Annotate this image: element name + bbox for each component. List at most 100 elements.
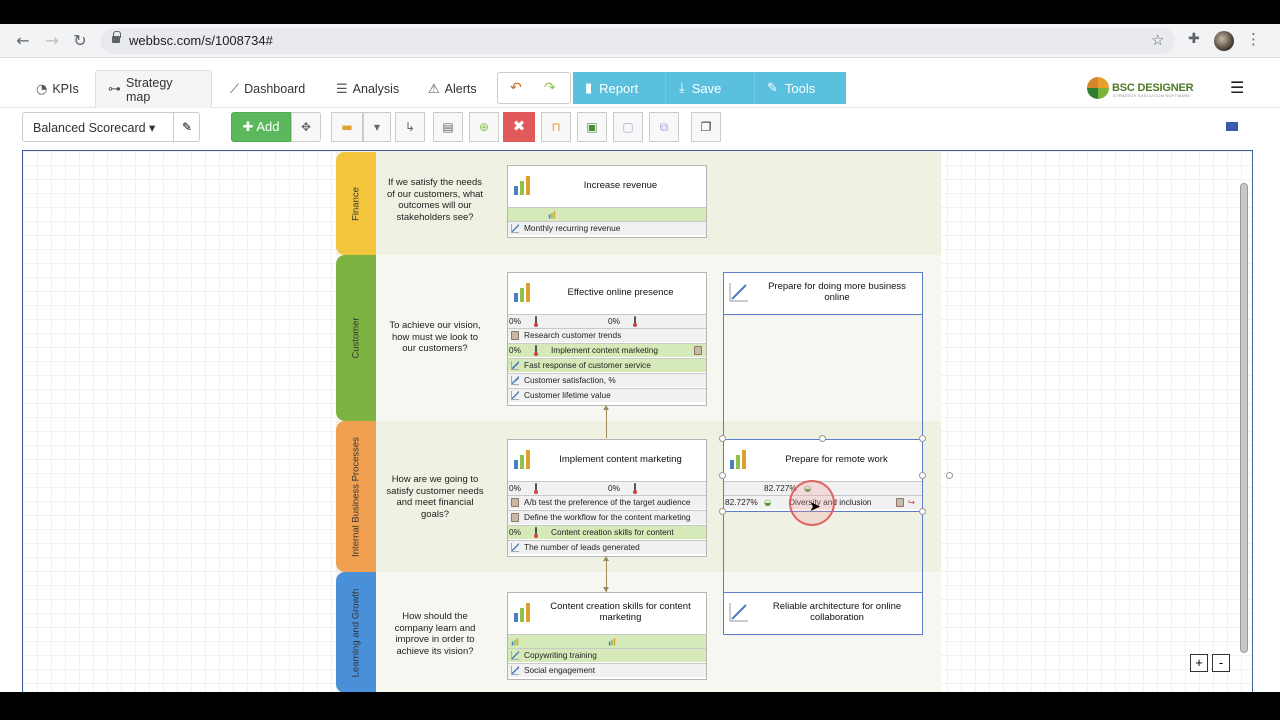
vertical-scrollbar[interactable]	[1240, 183, 1248, 653]
tab-alerts[interactable]: ⚠ Alerts	[416, 70, 489, 108]
kpi-label: A/b test the preference of the target au…	[524, 497, 691, 507]
perspective-question: How are we going to satisfy customer nee…	[386, 474, 484, 520]
back-icon[interactable]: ←	[13, 31, 33, 51]
trend-icon	[511, 666, 519, 675]
progress-value: 0%	[509, 316, 521, 326]
perspective-question: How should the company learn and improve…	[394, 611, 476, 657]
bookmark-star-icon[interactable]: ☆	[1151, 31, 1164, 49]
connector-icon[interactable]: ↳	[395, 112, 425, 142]
unlock-icon[interactable]: ⊓	[541, 112, 571, 142]
kpi-row[interactable]: Monthly recurring revenue	[508, 221, 706, 235]
reload-icon[interactable]: ↻	[70, 31, 90, 51]
url-text: webbsc.com/s/1008734#	[129, 33, 273, 48]
tools-button[interactable]: ✎ Tools	[767, 72, 815, 104]
scorecard-select[interactable]: Balanced Scorecard ▾ ✎	[22, 112, 200, 142]
resize-handle[interactable]	[719, 435, 726, 442]
redo-icon[interactable]: ↷	[544, 80, 556, 96]
strategy-map-canvas[interactable]: Finance Customer Internal Business Proce…	[22, 150, 1253, 692]
hamburger-menu-icon[interactable]: ☰	[1230, 78, 1244, 97]
perspective-internal[interactable]: Internal Business Processes	[336, 421, 376, 572]
perspective-customer[interactable]: Customer	[336, 255, 376, 421]
goal-card[interactable]: Effective online presence 0% 0% Research…	[507, 272, 707, 406]
kpi-row[interactable]: Customer lifetime value	[508, 388, 706, 402]
document-icon	[511, 498, 519, 507]
kpi-row[interactable]: The number of leads generated	[508, 540, 706, 554]
resize-handle[interactable]	[919, 508, 926, 515]
address-bar[interactable]: webbsc.com/s/1008734# ☆	[100, 28, 1175, 54]
report-label: Report	[599, 80, 639, 96]
layers-icon[interactable]: ⧉	[649, 112, 679, 142]
resize-handle[interactable]	[719, 472, 726, 479]
tab-label: KPIs	[52, 82, 79, 96]
kpi-row[interactable]: A/b test the preference of the target au…	[508, 495, 706, 509]
shape-color-icon[interactable]: ▬	[331, 112, 363, 142]
tab-dashboard[interactable]: ⟋ Dashboard	[218, 70, 317, 108]
resize-handle[interactable]	[919, 472, 926, 479]
edit-icon[interactable]: ✎	[173, 113, 200, 141]
tools-label: Tools	[784, 80, 816, 96]
kpi-row[interactable]: 0% 0%	[508, 481, 706, 495]
connector-line[interactable]	[606, 408, 607, 438]
document-icon	[511, 331, 519, 340]
share-arrow-icon[interactable]: ↪	[908, 496, 915, 509]
group-icon[interactable]: ▣	[577, 112, 607, 142]
kpi-row[interactable]: Research customer trends	[508, 328, 706, 342]
kpi-label: Customer lifetime value	[524, 390, 611, 400]
add-kpi-icon[interactable]: ⊕	[469, 112, 499, 142]
progress-value: 0%	[608, 316, 620, 326]
kpi-row[interactable]: Social engagement	[508, 663, 706, 677]
resize-handle[interactable]	[819, 435, 826, 442]
rotate-handle[interactable]	[946, 472, 953, 479]
kpi-row[interactable]: 0% 0%	[508, 314, 706, 328]
thermometer-icon	[633, 316, 637, 327]
goal-card[interactable]: Increase revenue Monthly recurring reven…	[507, 165, 707, 238]
kpi-row[interactable]: Define the workflow for the content mark…	[508, 510, 706, 524]
undo-icon[interactable]: ↶	[510, 80, 522, 96]
brand-logo[interactable]: BSC DESIGNER STRATEGY EXECUTION SOFTWARE	[1087, 76, 1194, 100]
tab-analysis[interactable]: ☰ Analysis	[324, 70, 411, 108]
profile-avatar[interactable]	[1214, 31, 1234, 51]
kpi-row[interactable]: 0% Implement content marketing	[508, 343, 706, 357]
tab-label: Strategy map	[126, 75, 173, 104]
add-button[interactable]: ✚ Add	[231, 112, 291, 142]
ungroup-icon[interactable]: ▢	[613, 112, 643, 142]
clipboard-icon[interactable]: ▤	[433, 112, 463, 142]
move-icon[interactable]: ✥	[291, 112, 321, 142]
kpi-row[interactable]: Customer satisfaction, %	[508, 373, 706, 387]
kpi-row[interactable]	[508, 207, 706, 221]
extensions-icon[interactable]: ✚	[1188, 31, 1200, 47]
bar-chart-icon	[514, 283, 530, 302]
goal-card[interactable]: Reliable architecture for online collabo…	[723, 592, 923, 635]
zoom-out-button[interactable]: -	[1212, 654, 1230, 672]
thermometer-icon	[534, 345, 538, 356]
kpi-row[interactable]	[508, 634, 706, 648]
bar-chart-icon	[548, 211, 556, 219]
thermometer-icon	[534, 316, 538, 327]
copy-icon[interactable]: ❐	[691, 112, 721, 142]
mouse-pointer-icon: ➤	[809, 499, 821, 515]
kpi-row[interactable]: Fast response of customer service	[508, 358, 706, 372]
kpi-row[interactable]: 0% Content creation skills for content	[508, 525, 706, 539]
report-button[interactable]: ▮ Report	[585, 72, 638, 104]
goal-card[interactable]: Implement content marketing 0% 0% A/b te…	[507, 439, 707, 557]
goal-card[interactable]: Content creation skills for content mark…	[507, 592, 707, 680]
perspective-question: If we satisfy the needs of our customers…	[386, 177, 484, 223]
video-icon[interactable]	[1226, 122, 1238, 131]
forward-icon[interactable]: →	[42, 31, 62, 51]
delete-button[interactable]: ✖	[503, 112, 535, 142]
perspective-question: To achieve our vision, how must we look …	[389, 320, 481, 354]
perspective-learning[interactable]: Learning and Growth	[336, 572, 376, 692]
kpi-label: Customer satisfaction, %	[524, 375, 616, 385]
resize-handle[interactable]	[919, 435, 926, 442]
browser-menu-icon[interactable]: ⋮	[1246, 30, 1261, 48]
perspective-finance[interactable]: Finance	[336, 152, 376, 255]
zoom-in-button[interactable]: +	[1190, 654, 1208, 672]
chevron-down-icon[interactable]: ▾	[363, 112, 391, 142]
trend-icon	[729, 603, 748, 622]
tab-kpis[interactable]: ◔ KPIs	[24, 70, 91, 108]
kpi-row[interactable]: Copywriting training	[508, 648, 706, 662]
save-button[interactable]: ⤓ Save	[679, 72, 721, 104]
trend-icon	[511, 376, 519, 385]
tab-strategy-map[interactable]: ⊶ Strategy map	[95, 70, 212, 108]
resize-handle[interactable]	[719, 508, 726, 515]
